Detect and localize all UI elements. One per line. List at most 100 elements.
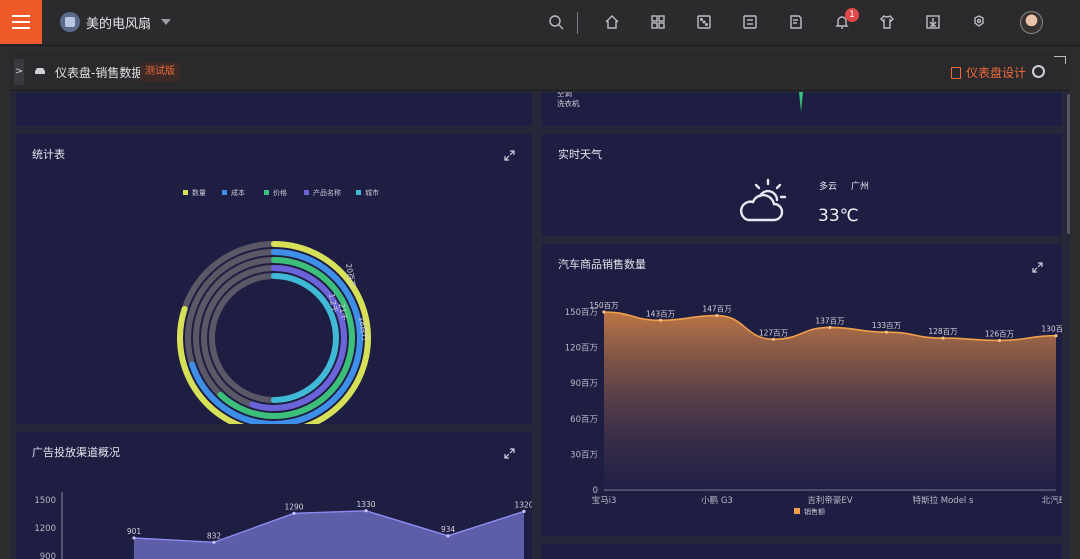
search-icon[interactable] [548, 14, 564, 30]
weather-panel: 实时天气 多云 广州 33℃ [542, 134, 1062, 236]
hamburger-menu-button[interactable] [0, 0, 42, 44]
document-check-icon[interactable] [788, 14, 804, 30]
data-value-label: 128百万 [928, 327, 958, 336]
scrollbar[interactable] [1067, 94, 1070, 234]
sidebar-toggle-button[interactable]: > [14, 59, 24, 85]
fullscreen-corner-icon[interactable] [1054, 56, 1066, 64]
download-icon[interactable] [925, 14, 941, 30]
data-value-label: 1290 [284, 502, 303, 511]
ad-channel-panel: 广告投放渠道概况 1500 1200 900 901 832 1290 1330 934 13… [16, 432, 532, 559]
weather-temperature: 33℃ [818, 206, 859, 226]
list-icon[interactable] [742, 14, 758, 30]
y-tick-label: 60百万 [570, 415, 598, 425]
dashboard-title: 仪表盘-销售数据 [55, 66, 144, 80]
partial-chart-mark [799, 92, 803, 112]
data-point [446, 534, 450, 538]
x-tick-label: 宝马i3 [592, 495, 617, 506]
data-value-label: 832 [207, 531, 222, 540]
weather-condition: 多云 [819, 182, 838, 192]
legend-swatch [356, 190, 361, 195]
app-name: 美的电风扇 [86, 16, 152, 32]
legend-label: 城市 [365, 188, 379, 197]
data-point [1054, 334, 1058, 338]
dashboard-design-label: 仪表盘设计 [966, 66, 1027, 80]
ring-chart: 数量 成本 价格 产品名称 城市 18百万20百万21千1.2千 [177, 188, 379, 424]
data-value-label: 133百万 [872, 321, 902, 330]
x-tick-label: 吉利帝豪EV [807, 495, 852, 506]
dice-icon[interactable] [696, 14, 712, 30]
dashboard-design-button[interactable]: 仪表盘设计 [951, 64, 1026, 81]
y-tick-label: 30百万 [570, 450, 598, 460]
data-point [941, 336, 945, 340]
data-point [212, 540, 216, 544]
shirt-icon[interactable] [879, 14, 895, 30]
apps-grid-icon[interactable] [650, 14, 666, 30]
legend-swatch [264, 190, 269, 195]
ad-area-chart: 1500 1200 900 901 832 1290 1330 934 1320 [34, 492, 532, 559]
legend-label: 价格 [273, 188, 287, 197]
data-value-label: 150百万 [589, 301, 619, 310]
home-icon[interactable] [604, 14, 620, 30]
weather-panel-title: 实时天气 [558, 148, 602, 161]
data-value-label: 130百万 [1041, 325, 1062, 334]
settings-gear-icon[interactable] [1032, 65, 1045, 78]
data-point [884, 330, 889, 334]
data-point [997, 338, 1002, 343]
legend-label: 销售额 [804, 507, 825, 516]
data-value-label: 127百万 [759, 328, 789, 337]
data-point [292, 511, 296, 515]
partial-panel-right: 空调 洗衣机 [542, 92, 1062, 126]
legend-swatch [304, 190, 309, 195]
partial-panel-bottom [542, 544, 1062, 559]
partly-cloudy-icon [739, 178, 787, 222]
data-value-label: 934 [441, 525, 456, 534]
data-point [602, 310, 606, 314]
legend-label: 数量 [192, 188, 206, 197]
legend-swatch [794, 508, 800, 514]
data-point [771, 337, 776, 341]
notification-badge: 1 [845, 8, 859, 22]
data-point [715, 313, 719, 318]
data-value-label: 137百万 [815, 316, 845, 325]
legend-label: 产品名称 [313, 188, 341, 197]
data-value-label: 126百万 [985, 329, 1015, 338]
data-point [132, 536, 136, 540]
ad-area-fill [134, 510, 524, 559]
y-tick-label: 0 [593, 486, 598, 496]
legend-swatch [183, 190, 188, 195]
y-tick-label: 120百万 [565, 344, 598, 354]
y-tick-label: 900 [40, 552, 56, 559]
car-area-chart: 0 30百万 60百万 90百万 120百万 150百万宝马i3 小鹏 G3 吉利帝豪EV 特斯… [565, 301, 1062, 516]
partial-panel-left [16, 92, 532, 126]
plugin-icon[interactable] [971, 14, 987, 30]
legend-swatch [222, 190, 227, 195]
car-sales-panel: 汽车商品销售数量 0 30百万 60百万 90百万 120百万 150百万 宝马i3 小鹏 G… [542, 244, 1062, 536]
data-value-label: 1320 [514, 500, 532, 509]
app-logo-icon [60, 12, 80, 32]
y-tick-label: 1200 [34, 524, 56, 534]
stats-panel: 统计表 数量 成本 价格 产品名称 城市 18百万 20百万 21千 1.2千 [16, 134, 532, 424]
data-point [364, 509, 368, 513]
partial-label-b: 洗衣机 [557, 98, 580, 108]
x-tick-label: 北汽EU [1042, 495, 1062, 506]
data-value-label: 147百万 [702, 305, 732, 314]
dashboard-header: > 仪表盘-销售数据 测试版 仪表盘设计 [10, 53, 1070, 91]
data-value-label: 1330 [356, 500, 375, 509]
dashboard-canvas: 空调 洗衣机 统计表 数量 成本 价格 产品名称 城市 18百万 20百万 21千 1.2千 … [10, 92, 1070, 559]
chevron-down-icon [161, 19, 172, 25]
edit-icon [951, 66, 961, 79]
ring-arc [249, 265, 347, 411]
y-tick-label: 90百万 [570, 379, 598, 389]
user-avatar[interactable] [1020, 11, 1043, 34]
data-point [658, 318, 663, 322]
car-icon [35, 68, 45, 74]
sales-area-fill [604, 312, 1056, 490]
test-version-badge: 测试版 [140, 62, 180, 82]
app-switcher[interactable]: 美的电风扇 [60, 11, 172, 33]
data-point [828, 325, 832, 330]
x-tick-label: 特斯拉 Model s [913, 495, 974, 506]
divider [577, 12, 578, 34]
y-tick-label: 1500 [34, 496, 56, 506]
weather-city: 广州 [851, 182, 870, 192]
legend-label: 成本 [231, 188, 245, 197]
